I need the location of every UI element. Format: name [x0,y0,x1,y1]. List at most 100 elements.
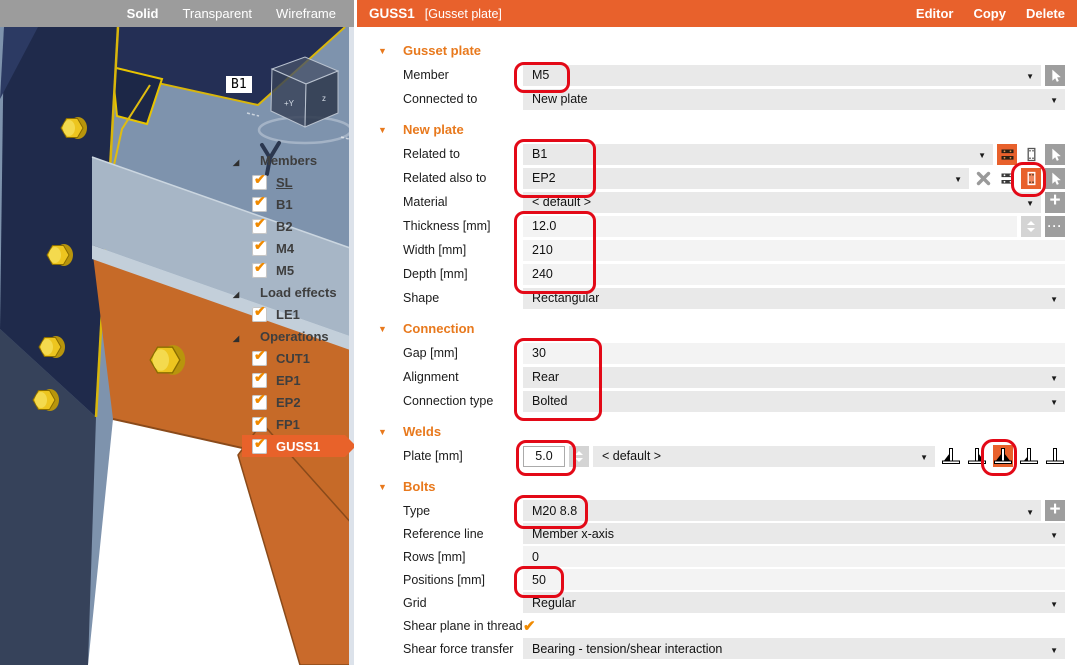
tree-item-b1[interactable]: B1 [224,193,352,215]
weld-size-stepper[interactable] [569,445,589,467]
member-dropdown[interactable]: M5 [523,64,1041,86]
shape-dropdown[interactable]: Rectangular [523,287,1065,309]
checkbox-checked-icon[interactable] [252,413,267,432]
relate-to-member-button-selected[interactable] [997,143,1017,165]
weld-butt-icon [1046,448,1064,464]
checkbox-checked-icon[interactable] [252,303,267,322]
shear-force-dropdown[interactable]: Bearing - tension/shear interaction [523,638,1065,659]
view-mode-solid[interactable]: Solid [127,6,159,21]
weld-butt-button[interactable] [1045,445,1065,467]
input-value: 240 [532,267,553,281]
collapse-triangle-icon [378,319,403,337]
checkbox-checked-icon[interactable] [252,259,267,278]
rows-input[interactable]: 0 [523,546,1065,567]
shear-plane-checkbox-checked[interactable] [523,616,543,636]
tree-item-b2[interactable]: B2 [224,215,352,237]
tree-item-m4[interactable]: M4 [224,237,352,259]
section-new-plate: New plate Related to B1 [357,116,1065,310]
checkbox-checked-icon[interactable] [252,193,267,212]
add-bolt-type-button[interactable] [1045,500,1065,521]
checkbox-checked-icon[interactable] [252,391,267,410]
section-header-gusset-plate[interactable]: Gusset plate [357,37,1065,63]
checkbox-checked-icon[interactable] [252,171,267,190]
tree-item-ep2[interactable]: EP2 [224,391,352,413]
collapse-triangle-icon [378,422,403,440]
dropdown-value: Rectangular [532,291,600,305]
pick-member-button[interactable] [1045,64,1065,86]
relate-also-plate-button-selected[interactable] [1021,167,1041,189]
weld-fillet-left-button[interactable] [941,445,961,467]
connected-to-dropdown[interactable]: New plate [523,88,1065,110]
section-header-bolts[interactable]: Bolts [357,473,1065,499]
pick-related-also-button[interactable] [1045,167,1065,189]
tree-item-cut1[interactable]: CUT1 [224,347,352,369]
dropdown-value: Member x-axis [532,526,614,541]
grid-dropdown[interactable]: Regular [523,592,1065,613]
checkbox-checked-icon[interactable] [252,237,267,256]
tree-item-fp1[interactable]: FP1 [224,413,352,435]
related-also-to-dropdown[interactable]: EP2 [523,167,969,189]
expander-icon[interactable] [224,153,251,168]
tree-group-members[interactable]: Members [224,149,352,171]
section-header-welds[interactable]: Welds [357,418,1065,444]
related-to-dropdown[interactable]: B1 [523,143,993,165]
pick-related-button[interactable] [1045,143,1065,165]
checkbox-checked-icon[interactable] [252,215,267,234]
cursor-arrow-icon [1052,148,1061,161]
width-input[interactable]: 210 [523,239,1065,261]
3d-viewport[interactable]: +Y z B1 Members SL [0,27,354,665]
expander-icon[interactable] [224,285,251,300]
cube-front-label: +Y [284,99,295,108]
clear-relation-button[interactable] [973,168,993,189]
section-header-connection[interactable]: Connection [357,315,1065,341]
view-mode-transparent[interactable]: Transparent [182,6,252,21]
checkbox-checked-icon[interactable] [252,347,267,366]
reference-line-dropdown[interactable]: Member x-axis [523,523,1065,544]
section-connection: Connection Gap [mm] 30 Alignment Rear [357,315,1065,421]
property-panel-column: GUSS1 [Gusset plate] Editor Copy Delete … [357,0,1077,665]
add-material-button[interactable] [1045,191,1065,213]
bolt-type-dropdown[interactable]: M20 8.8 [523,500,1041,521]
weld-fillet-left-icon [942,448,960,464]
thickness-more-button[interactable] [1045,215,1065,237]
x-icon [976,171,990,185]
depth-input[interactable]: 240 [523,263,1065,285]
weld-partial-button[interactable] [1019,445,1039,467]
alignment-dropdown[interactable]: Rear [523,366,1065,388]
expander-icon[interactable] [224,329,251,344]
checkbox-checked-icon[interactable] [252,435,267,454]
tree-group-label: Load effects [260,284,337,300]
dropdown-value: EP2 [532,171,556,185]
tree-item-sl[interactable]: SL [224,171,352,193]
connection-type-dropdown[interactable]: Bolted [523,390,1065,412]
delete-button[interactable]: Delete [1026,6,1065,21]
tree-item-ep1[interactable]: EP1 [224,369,352,391]
material-dropdown[interactable]: < default > [523,191,1041,213]
chevron-down-icon [1050,596,1058,610]
tree-group-operations[interactable]: Operations [224,325,352,347]
checkbox-checked-icon[interactable] [252,369,267,388]
editor-button[interactable]: Editor [916,6,954,21]
operation-title: GUSS1 [369,6,415,21]
chevron-down-icon [978,147,986,161]
weld-material-dropdown[interactable]: < default > [593,445,935,467]
positions-input[interactable]: 50 [523,569,1065,590]
tree-group-load-effects[interactable]: Load effects [224,281,352,303]
weld-fillet-both-button-selected[interactable] [993,445,1013,467]
section-header-new-plate[interactable]: New plate [357,116,1065,142]
copy-button[interactable]: Copy [973,6,1006,21]
tree-item-le1[interactable]: LE1 [224,303,352,325]
step-up-icon [1027,220,1035,225]
view-mode-wireframe[interactable]: Wireframe [276,6,336,21]
weld-size-input[interactable]: 5.0 [523,445,565,467]
relate-also-member-button[interactable] [997,167,1017,189]
thickness-stepper[interactable] [1021,215,1041,237]
tree-item-guss1-selected[interactable]: GUSS1 [224,435,352,457]
dropdown-value: B1 [532,147,548,161]
tree-item-m5[interactable]: M5 [224,259,352,281]
gap-input[interactable]: 30 [523,342,1065,364]
field-label: Shape [403,291,440,305]
relate-to-plate-button[interactable] [1021,143,1041,165]
thickness-input[interactable]: 12.0 [523,215,1017,237]
weld-fillet-right-button[interactable] [967,445,987,467]
